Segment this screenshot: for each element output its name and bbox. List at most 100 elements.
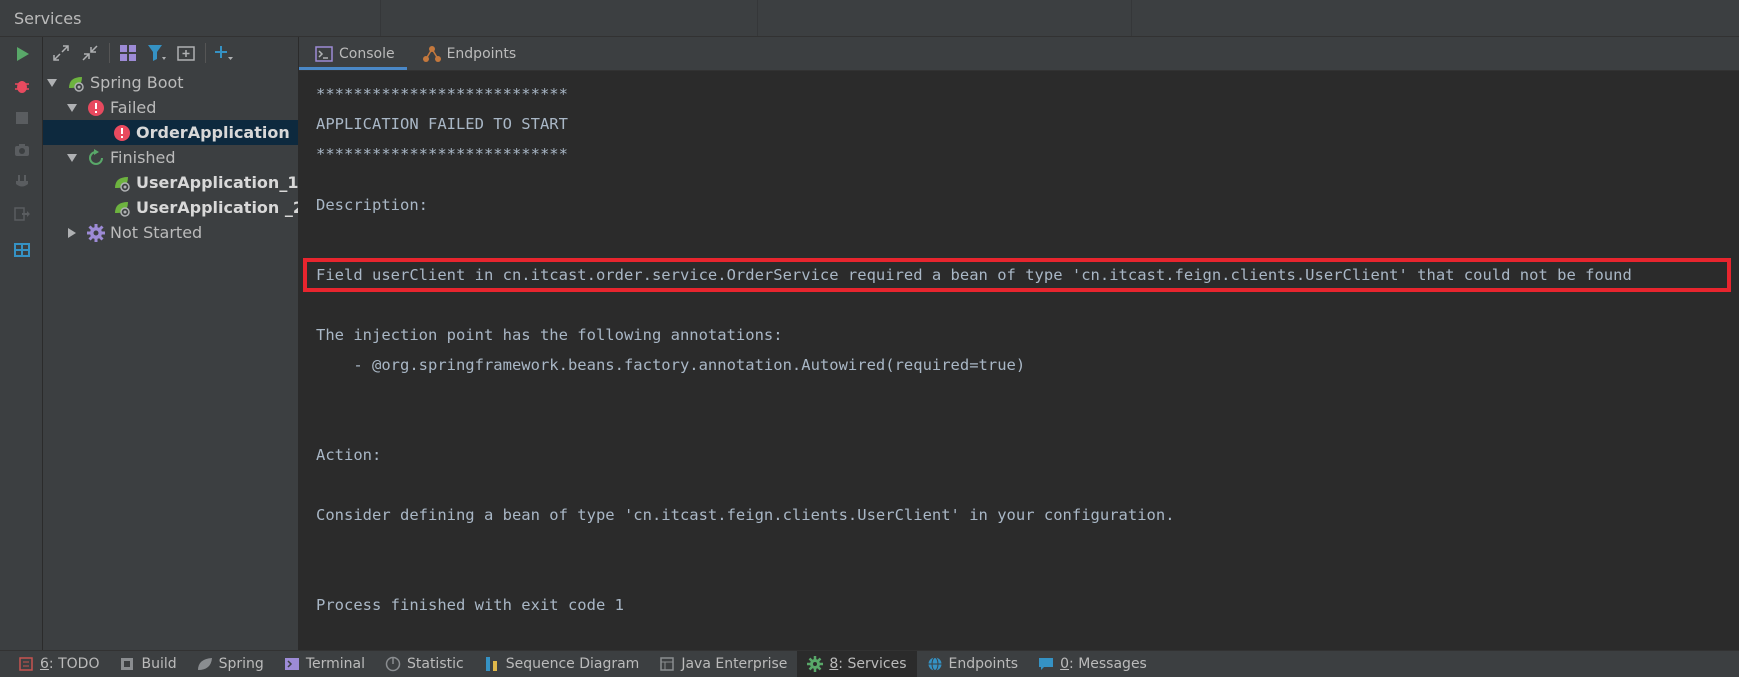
bottom-item-label: Sequence Diagram — [505, 656, 640, 672]
toolbar-separator — [109, 42, 110, 63]
spring-boot-icon — [113, 174, 131, 192]
messages-button[interactable]: 0: Messages — [1028, 651, 1157, 677]
expand-arrow-icon[interactable] — [45, 76, 59, 90]
tree-node-not-started[interactable]: Not Started — [43, 220, 298, 245]
error-icon — [113, 124, 131, 142]
tree-toolbar — [43, 37, 298, 68]
bottom-item-label: Terminal — [305, 656, 365, 672]
shortcut-number: 8 — [829, 656, 839, 672]
snapshot-icon[interactable] — [13, 141, 31, 159]
filter-icon[interactable] — [146, 42, 168, 64]
tree-label: UserApplication_1 — [136, 173, 299, 192]
gear-icon — [87, 223, 105, 242]
title-bar: Services — [0, 0, 1739, 37]
tree-node-user-application-2[interactable]: UserApplication _2 — [43, 195, 304, 220]
add-service-icon[interactable] — [213, 42, 235, 64]
tab-endpoints[interactable]: Endpoints — [407, 37, 529, 70]
spring-button[interactable]: Spring — [187, 651, 274, 677]
tab-console[interactable]: Console — [299, 37, 407, 70]
finished-icon — [87, 148, 105, 167]
services-window: Services Spring Boot Failed OrderApplica… — [0, 0, 1739, 677]
bottom-item-label: Java Enterprise — [681, 656, 788, 672]
tab-label: Endpoints — [446, 45, 517, 62]
bottom-item-label: : TODO — [48, 656, 100, 672]
messages-icon — [1038, 656, 1054, 672]
console-line: Consider defining a bean of type 'cn.itc… — [316, 506, 1175, 524]
tree-label: UserApplication _2 — [136, 198, 305, 217]
console-line: *************************** — [316, 145, 568, 163]
tree-node-order-application[interactable]: OrderApplication — [43, 120, 298, 145]
tab-label: Console — [339, 45, 395, 62]
sequence-diagram-button[interactable]: Sequence Diagram — [474, 651, 650, 677]
tree-node-spring-boot[interactable]: Spring Boot — [43, 70, 298, 95]
build-button[interactable]: Build — [109, 651, 186, 677]
collapse-arrow-icon[interactable] — [65, 226, 79, 240]
tree-label: Finished — [110, 148, 176, 167]
group-by-icon[interactable] — [117, 42, 139, 64]
expand-arrow-icon[interactable] — [65, 101, 79, 115]
expand-arrow-icon[interactable] — [65, 151, 79, 165]
layout-icon[interactable] — [13, 241, 31, 259]
endpoints-button[interactable]: Endpoints — [917, 651, 1029, 677]
tool-window-bar: 6: TODO Build Spring Terminal Statistic … — [0, 650, 1739, 677]
bottom-item-label: Statistic — [406, 656, 464, 672]
attach-icon[interactable] — [13, 173, 31, 191]
left-action-strip — [0, 37, 43, 650]
title-divider — [380, 0, 381, 36]
stop-icon[interactable] — [13, 109, 31, 127]
services-tree: Spring Boot Failed OrderApplication Fini… — [43, 70, 304, 650]
tree-label: OrderApplication — [136, 123, 290, 142]
endpoints-icon — [422, 45, 441, 63]
build-icon — [119, 656, 135, 672]
new-window-icon[interactable] — [175, 42, 197, 64]
tree-node-failed[interactable]: Failed — [43, 95, 298, 120]
spring-boot-icon — [67, 74, 85, 92]
run-icon[interactable] — [13, 45, 31, 63]
console-output[interactable]: *************************** APPLICATION … — [299, 71, 1739, 650]
shortcut-number: 6 — [40, 656, 49, 672]
tree-label: Failed — [110, 98, 157, 117]
bottom-item-label: Endpoints — [948, 656, 1019, 672]
console-line: Action: — [316, 446, 382, 464]
error-icon — [87, 99, 105, 117]
tree-node-finished[interactable]: Finished — [43, 145, 298, 170]
terminal-button[interactable]: Terminal — [274, 651, 375, 677]
sequence-diagram-icon — [484, 656, 500, 672]
title-divider — [757, 0, 758, 36]
tree-label: Spring Boot — [90, 73, 184, 92]
exit-icon[interactable] — [13, 205, 31, 223]
shortcut-number: 0 — [1060, 656, 1070, 672]
console-line: Process finished with exit code 1 — [316, 596, 624, 614]
console-line: APPLICATION FAILED TO START — [316, 115, 568, 133]
terminal-icon — [284, 656, 300, 672]
expand-all-icon[interactable] — [50, 42, 72, 64]
statistic-icon — [385, 656, 401, 672]
spring-leaf-icon — [197, 656, 213, 672]
debug-icon[interactable] — [13, 77, 31, 95]
details-tabs: Console Endpoints — [299, 37, 1739, 71]
services-button[interactable]: 8: Services — [797, 651, 917, 677]
tree-node-user-application-1[interactable]: UserApplication_1 — [43, 170, 298, 195]
console-line: The injection point has the following an… — [316, 326, 783, 344]
console-icon — [315, 45, 333, 63]
title-divider — [1131, 0, 1132, 36]
todo-icon — [18, 656, 34, 672]
globe-icon — [927, 656, 943, 672]
java-enterprise-button[interactable]: Java Enterprise — [649, 651, 797, 677]
console-line: - @org.springframework.beans.factory.ann… — [316, 356, 1026, 374]
spring-boot-icon — [113, 199, 131, 217]
bottom-item-label: : Messages — [1069, 656, 1147, 672]
bottom-item-label: : Services — [838, 656, 907, 672]
console-line: Description: — [316, 196, 428, 214]
bottom-item-label: Spring — [218, 656, 264, 672]
services-gear-icon — [807, 656, 824, 672]
statistic-button[interactable]: Statistic — [375, 651, 474, 677]
bottom-item-label: Build — [141, 656, 177, 672]
todo-button[interactable]: 6: TODO — [0, 651, 109, 677]
collapse-all-icon[interactable] — [79, 42, 101, 64]
toolbar-separator — [205, 42, 206, 63]
tree-label: Not Started — [110, 223, 203, 242]
window-title: Services — [14, 8, 82, 28]
java-enterprise-icon — [659, 656, 675, 672]
console-line: Field userClient in cn.itcast.order.serv… — [316, 266, 1632, 284]
